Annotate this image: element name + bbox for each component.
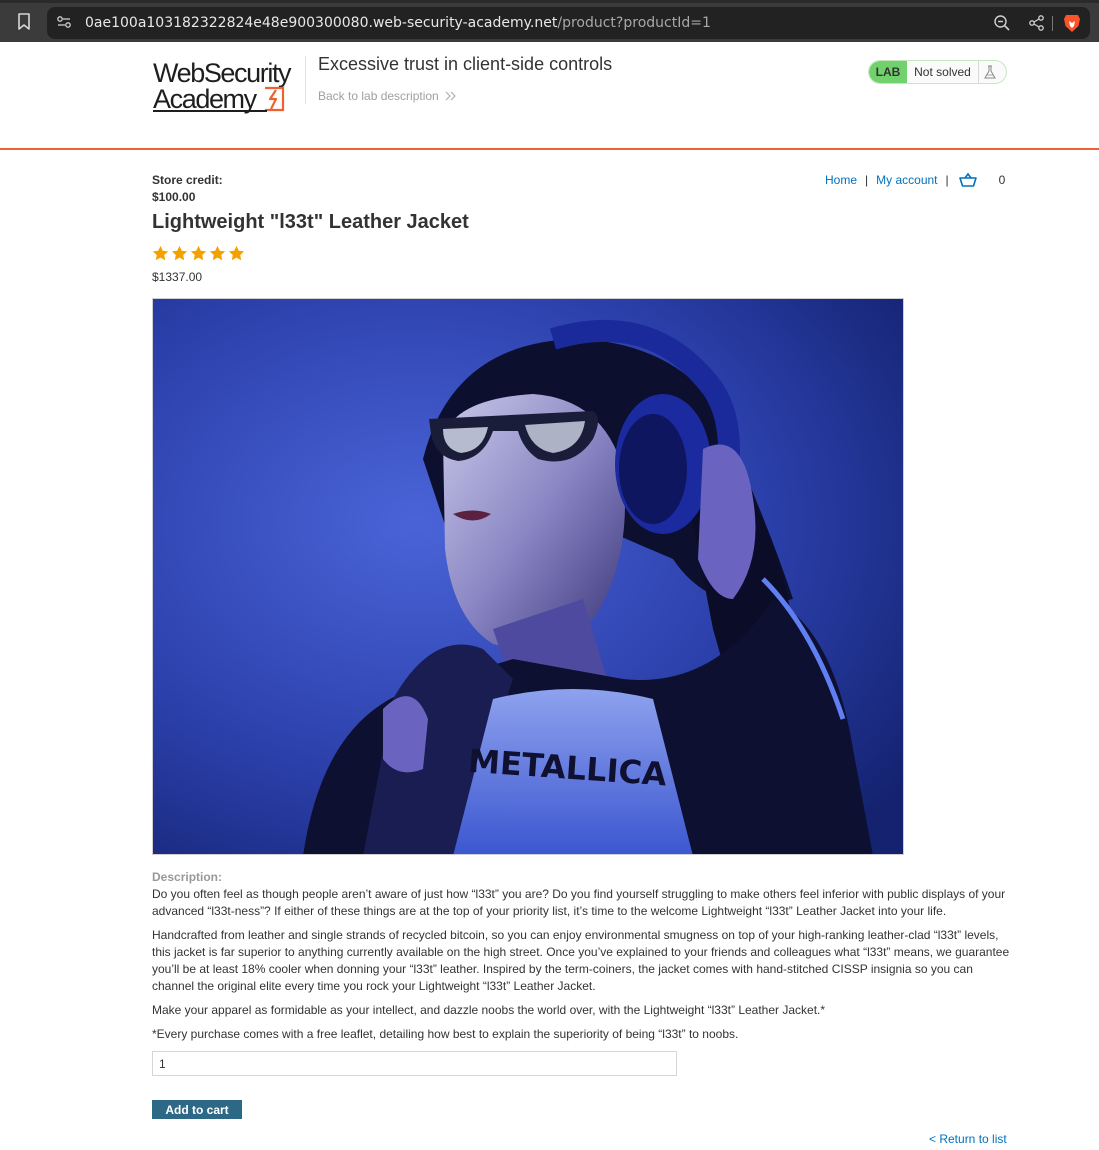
product-image: METALLICA bbox=[152, 298, 904, 855]
lab-status-text: Not solved bbox=[907, 61, 979, 83]
lab-title: Excessive trust in client-side controls bbox=[318, 54, 613, 74]
product-price: $1337.00 bbox=[152, 270, 203, 284]
cart-count: 0 bbox=[998, 173, 1006, 187]
logo-line-2: Academy bbox=[153, 84, 257, 114]
add-to-cart-button[interactable]: Add to cart bbox=[152, 1100, 242, 1119]
web-security-academy-logo[interactable]: WebSecurity Academy bbox=[153, 59, 305, 113]
logo-underline bbox=[153, 110, 267, 112]
url-text[interactable]: 0ae100a103182322824e48e900300080.web-sec… bbox=[85, 15, 711, 31]
bookmark-icon[interactable] bbox=[14, 11, 34, 33]
brave-lion-icon[interactable] bbox=[1063, 13, 1081, 33]
my-account-link[interactable]: My account bbox=[876, 173, 937, 187]
description-label: Description: bbox=[152, 870, 223, 884]
description-paragraph: *Every purchase comes with a free leafle… bbox=[152, 1027, 739, 1041]
url-path: /product?productId=1 bbox=[557, 15, 711, 31]
quantity-input[interactable] bbox=[152, 1051, 677, 1076]
nav-separator: | bbox=[865, 173, 869, 187]
lab-status-widget: LAB Not solved bbox=[868, 60, 1007, 84]
address-bar[interactable]: 0ae100a103182322824e48e900300080.web-sec… bbox=[47, 7, 1090, 39]
star-icon bbox=[171, 245, 188, 261]
return-to-list-link[interactable]: < Return to list bbox=[929, 1132, 1007, 1146]
toolbar-divider bbox=[1052, 16, 1053, 31]
double-chevron-right-icon bbox=[445, 91, 456, 101]
home-link[interactable]: Home bbox=[825, 173, 857, 187]
store-nav: Home | My account | 0 bbox=[825, 171, 1005, 189]
nav-separator: | bbox=[945, 173, 949, 187]
star-icon bbox=[209, 245, 226, 261]
store-credit-label: Store credit: bbox=[152, 173, 223, 187]
product-rating bbox=[152, 245, 245, 262]
description-paragraph: Handcrafted from leather and single stra… bbox=[152, 928, 1010, 993]
star-icon bbox=[228, 245, 245, 261]
product-title: Lightweight "l33t" Leather Jacket bbox=[152, 211, 469, 233]
logo-line-1: WebSecurity bbox=[153, 58, 292, 88]
header-divider bbox=[305, 56, 306, 104]
site-settings-icon[interactable] bbox=[55, 13, 73, 31]
back-to-lab-description-link[interactable]: Back to lab description bbox=[318, 89, 457, 103]
back-link-label: Back to lab description bbox=[318, 89, 439, 103]
logo-bolt-icon bbox=[265, 86, 285, 112]
browser-toolbar: 0ae100a103182322824e48e900300080.web-sec… bbox=[0, 0, 1099, 42]
shopping-cart-icon[interactable] bbox=[958, 172, 977, 188]
flask-icon bbox=[984, 65, 996, 79]
star-icon bbox=[190, 245, 207, 261]
url-host: 0ae100a103182322824e48e900300080.web-sec… bbox=[85, 15, 558, 31]
share-icon[interactable] bbox=[1028, 14, 1046, 32]
lab-header: WebSecurity Academy Excessive trust in c… bbox=[0, 42, 1099, 150]
star-icon bbox=[152, 245, 169, 261]
description-paragraph: Do you often feel as though people aren’… bbox=[152, 887, 1006, 918]
description-paragraph: Make your apparel as formidable as your … bbox=[152, 1003, 826, 1017]
zoom-out-icon[interactable] bbox=[993, 14, 1011, 32]
store-credit-value: $100.00 bbox=[152, 190, 196, 204]
lab-tag: LAB bbox=[869, 61, 907, 83]
